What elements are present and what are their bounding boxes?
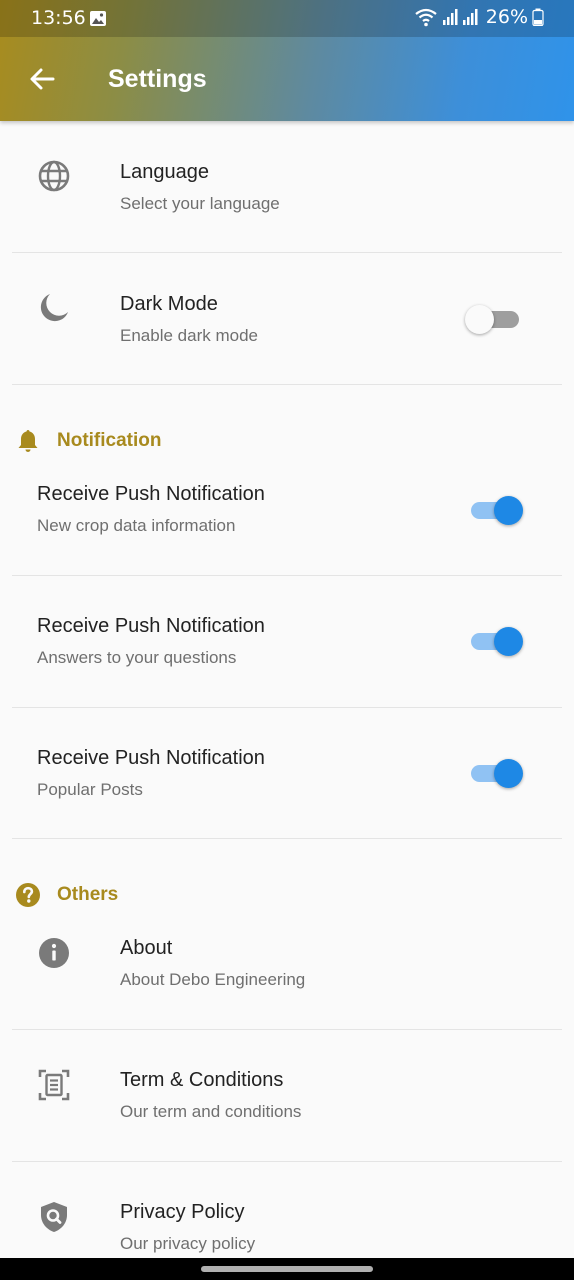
privacy-policy-setting[interactable]: Privacy Policy Our privacy policy <box>0 1162 574 1258</box>
terms-subtitle: Our term and conditions <box>120 1102 302 1121</box>
answers-toggle[interactable] <box>469 626 525 656</box>
language-title: Language <box>120 161 209 183</box>
settings-list[interactable]: Language Select your language Dark Mode … <box>0 121 574 1258</box>
push-notification-popular-posts[interactable]: Receive Push Notification Popular Posts <box>0 708 574 839</box>
privacy-policy-title: Privacy Policy <box>120 1201 245 1223</box>
battery-icon <box>532 8 544 26</box>
divider <box>12 384 562 385</box>
gallery-notification-icon <box>90 11 106 26</box>
push-notification-subtitle: New crop data information <box>37 516 236 535</box>
system-navigation-bar <box>0 1258 574 1280</box>
about-title: About <box>120 937 173 959</box>
info-icon <box>39 938 69 968</box>
moon-icon <box>40 294 68 322</box>
popular-posts-toggle[interactable] <box>469 758 525 788</box>
dark-mode-subtitle: Enable dark mode <box>120 326 258 345</box>
terms-setting[interactable]: Term & Conditions Our term and condition… <box>0 1030 574 1161</box>
about-subtitle: About Debo Engineering <box>120 970 306 989</box>
push-notification-subtitle: Popular Posts <box>37 780 143 799</box>
push-notification-title: Receive Push Notification <box>37 747 265 769</box>
crop-data-toggle[interactable] <box>469 495 525 525</box>
push-notification-title: Receive Push Notification <box>37 615 265 637</box>
signal-icon <box>442 9 458 25</box>
dark-mode-toggle[interactable] <box>465 304 525 334</box>
push-notification-crop-data[interactable]: Receive Push Notification New crop data … <box>0 444 574 575</box>
status-time: 13:56 <box>31 7 86 29</box>
signal-icon-2 <box>462 9 478 25</box>
app-bar: 13:56 26% Settings <box>0 0 574 121</box>
terms-title: Term & Conditions <box>120 1069 284 1091</box>
divider <box>12 838 562 839</box>
push-notification-title: Receive Push Notification <box>37 483 265 505</box>
language-subtitle: Select your language <box>120 194 280 213</box>
globe-icon <box>38 160 70 192</box>
battery-percent: 26% <box>485 6 528 28</box>
shield-search-icon <box>41 1202 67 1232</box>
back-arrow-icon[interactable] <box>26 63 58 95</box>
document-icon <box>38 1069 70 1101</box>
language-setting[interactable]: Language Select your language <box>0 121 574 252</box>
push-notification-subtitle: Answers to your questions <box>37 648 237 667</box>
home-gesture-handle[interactable] <box>201 1266 373 1272</box>
page-title: Settings <box>108 65 207 93</box>
about-setting[interactable]: About About Debo Engineering <box>0 898 574 1029</box>
dark-mode-title: Dark Mode <box>120 293 218 315</box>
push-notification-answers[interactable]: Receive Push Notification Answers to you… <box>0 576 574 707</box>
status-bar: 13:56 26% <box>0 0 574 37</box>
privacy-policy-subtitle: Our privacy policy <box>120 1234 256 1253</box>
wifi-icon <box>415 8 437 27</box>
dark-mode-setting[interactable]: Dark Mode Enable dark mode <box>0 253 574 384</box>
